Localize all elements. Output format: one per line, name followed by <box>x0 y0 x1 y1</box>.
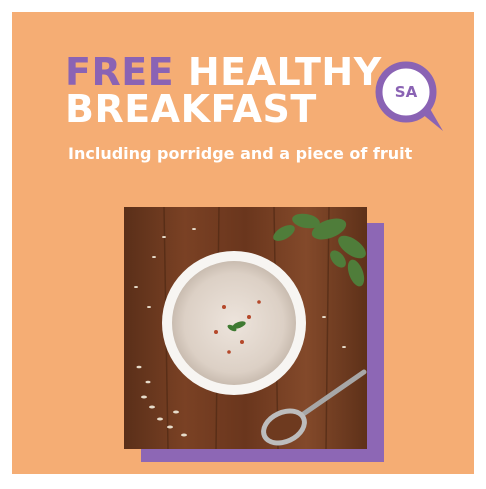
porridge-bowl-image <box>124 207 367 449</box>
promo-card: FREE HEALTHY BREAKFAST SA Including porr… <box>12 12 474 474</box>
porridge-photo <box>124 207 367 449</box>
headline: FREE HEALTHY BREAKFAST <box>65 53 382 131</box>
headline-line-1: FREE HEALTHY <box>65 53 382 91</box>
subtitle: Including porridge and a piece of fruit <box>68 144 413 163</box>
badge-label: SA <box>394 83 418 101</box>
headline-breakfast: BREAKFAST <box>65 87 317 131</box>
sa-speech-badge: SA <box>375 61 445 133</box>
